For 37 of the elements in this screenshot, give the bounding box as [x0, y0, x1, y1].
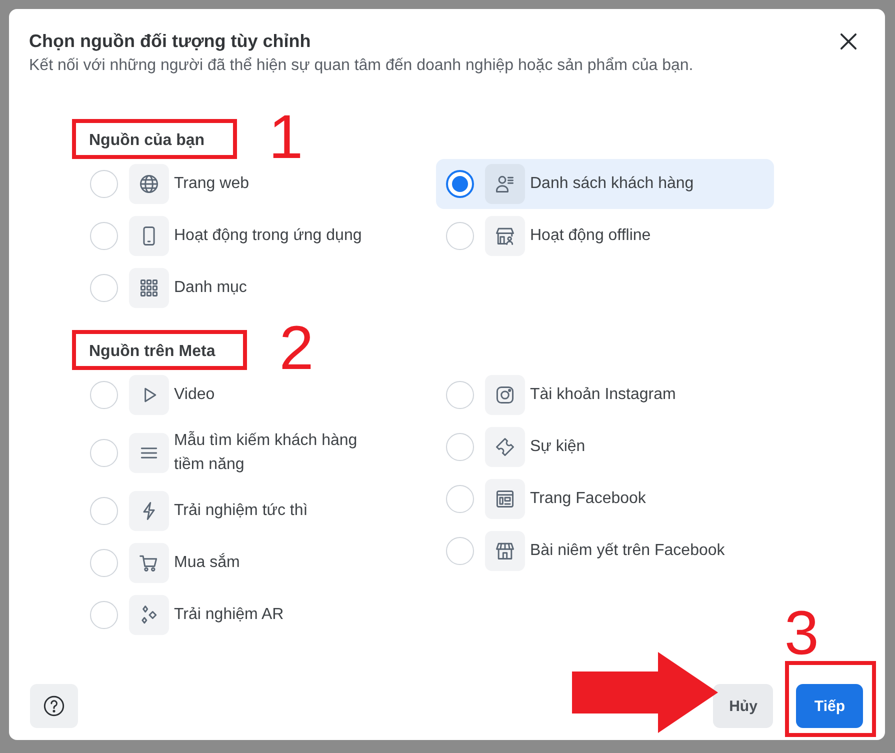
source-option[interactable]: Hoạt động trong ứng dụng	[80, 211, 420, 261]
source-option[interactable]: Bài niêm yết trên Facebook	[436, 526, 774, 576]
question-circle-icon	[43, 695, 65, 717]
radio-button[interactable]	[446, 170, 474, 198]
source-option[interactable]: Hoạt động offline	[436, 211, 774, 261]
close-icon[interactable]	[840, 33, 857, 50]
source-option[interactable]: Tài khoản Instagram	[436, 370, 774, 420]
source-option[interactable]: Trải nghiệm tức thì	[80, 486, 420, 536]
storefront-person-icon	[485, 216, 525, 256]
source-option[interactable]: Mẫu tìm kiếm khách hàng tiềm năng	[80, 422, 420, 484]
globe-icon	[129, 164, 169, 204]
footer-button[interactable]: Tiếp	[796, 684, 863, 728]
source-option[interactable]: Trang Facebook	[436, 474, 774, 524]
page-layout-icon	[485, 479, 525, 519]
source-option[interactable]: Danh mục	[80, 263, 420, 313]
lightning-icon	[129, 491, 169, 531]
help-button[interactable]	[30, 684, 78, 728]
source-option[interactable]: Trải nghiệm AR	[80, 590, 420, 640]
storefront-icon	[485, 531, 525, 571]
source-option[interactable]: Danh sách khách hàng	[436, 159, 774, 209]
callout-number: 3	[784, 603, 819, 665]
person-list-icon	[485, 164, 525, 204]
source-option[interactable]: Mua sắm	[80, 538, 420, 588]
play-icon	[129, 375, 169, 415]
three-lines-icon	[129, 433, 169, 473]
cart-icon	[129, 543, 169, 583]
dialog-subtitle: Kết nối với những người đã thể hiện sự quan tâm đến doanh nghiệp hoặc sản phẩm của bạn.	[29, 56, 694, 76]
ticket-icon	[485, 427, 525, 467]
section-heading: Nguồn trên Meta	[89, 342, 216, 362]
source-option[interactable]: Sự kiện	[436, 422, 774, 472]
dialog-title: Chọn nguồn đối tượng tùy chỉnh	[29, 30, 312, 53]
camera-icon	[485, 375, 525, 415]
mobile-phone-icon	[129, 216, 169, 256]
section-heading: Nguồn của bạn	[89, 131, 205, 151]
grid-icon	[129, 268, 169, 308]
sparkles-icon	[129, 595, 169, 635]
footer-button[interactable]: Hủy	[713, 684, 774, 728]
